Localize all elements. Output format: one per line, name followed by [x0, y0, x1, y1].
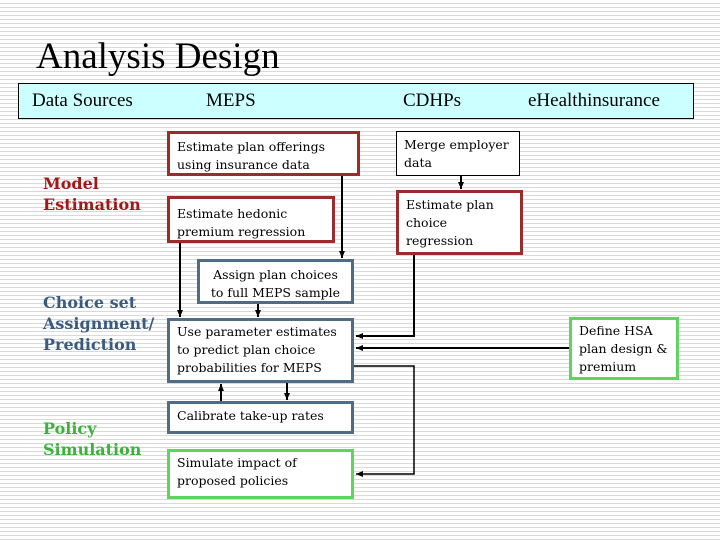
box-assign-plan-choices: Assign plan choices to full MEPS sample: [197, 259, 354, 304]
header-ehealthinsurance: eHealthinsurance: [528, 90, 660, 111]
stage-label-policy-simulation: Policy Simulation: [43, 418, 141, 460]
arrow-use-to-simulate: [354, 365, 415, 477]
stage-label-model-estimation: Model Estimation: [43, 173, 141, 215]
box-text-line: Use parameter estimates: [177, 324, 337, 339]
box-text-line: premium: [579, 359, 637, 374]
stage-label-choice-set: Choice set Assignment/ Prediction: [43, 292, 154, 355]
stage-label-line: Assignment/: [43, 314, 155, 333]
box-text-line: data: [404, 155, 432, 170]
box-use-parameter-estimates: Use parameter estimates to predict plan …: [167, 318, 354, 383]
stage-label-line: Choice set: [43, 293, 137, 312]
stage-label-line: Estimation: [43, 195, 141, 214]
box-calibrate-take-up-rates: Calibrate take-up rates: [167, 401, 354, 434]
stage-label-line: Prediction: [43, 335, 137, 354]
header-meps: MEPS: [206, 90, 256, 111]
box-text-line: Merge employer: [404, 137, 509, 152]
header-data-sources: Data Sources: [32, 90, 133, 111]
box-text-line: choice: [406, 215, 447, 230]
stage-label-line: Simulation: [43, 440, 142, 459]
box-define-hsa-plan: Define HSA plan design & premium: [569, 317, 679, 380]
box-text-line: Estimate plan offerings: [177, 139, 325, 154]
arrow-choice-to-use: [356, 255, 415, 339]
box-merge-employer-data: Merge employer data: [396, 131, 520, 176]
data-sources-header: Data Sources MEPS CDHPs eHealthinsurance: [18, 83, 694, 119]
box-text-line: Define HSA: [579, 323, 653, 338]
header-cdhps: CDHPs: [403, 90, 462, 111]
box-text-line: plan design &: [579, 341, 668, 356]
stage-label-line: Policy: [43, 419, 97, 438]
box-text-line: probabilities for MEPS: [177, 360, 322, 375]
box-text-line: Estimate plan: [406, 197, 494, 212]
box-text-line: premium regression: [177, 224, 306, 239]
box-estimate-hedonic-regression: Estimate hedonic premium regression: [167, 196, 335, 243]
box-text-line: Simulate impact of: [177, 455, 297, 470]
box-text-line: using insurance data: [177, 157, 310, 172]
box-text-line: regression: [406, 233, 474, 248]
box-text-line: Calibrate take-up rates: [177, 408, 324, 423]
box-estimate-plan-offerings: Estimate plan offerings using insurance …: [167, 131, 360, 176]
box-text-line: to full MEPS sample: [210, 285, 341, 300]
box-estimate-plan-choice-regression: Estimate plan choice regression: [396, 190, 523, 255]
box-text-line: to predict plan choice: [177, 342, 316, 357]
stage-label-line: Model: [43, 174, 99, 193]
box-text-line: Estimate hedonic: [177, 206, 288, 221]
box-text-line: Assign plan choices: [213, 267, 338, 282]
box-simulate-impact: Simulate impact of proposed policies: [167, 449, 354, 499]
slide-title: Analysis Design: [36, 36, 280, 77]
box-text-line: proposed policies: [177, 473, 289, 488]
